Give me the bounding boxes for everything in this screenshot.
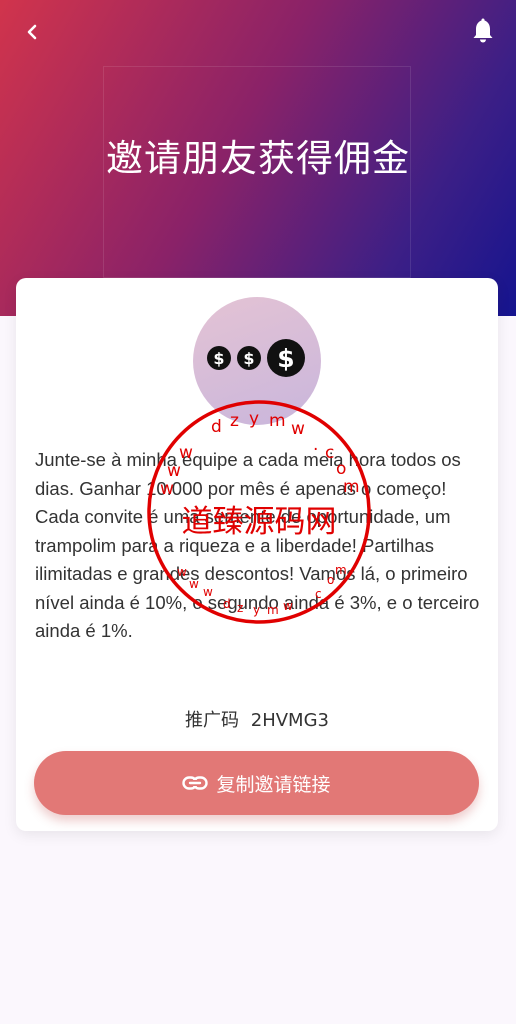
copy-invite-link-button[interactable]: 复制邀请链接 <box>34 751 479 815</box>
svg-text:$: $ <box>277 344 294 373</box>
hero-banner: 邀请朋友获得佣金 <box>0 0 516 316</box>
promo-code-row: 推广码 2HVMG3 <box>16 706 498 732</box>
notification-button[interactable] <box>466 14 500 48</box>
bell-icon <box>473 18 493 43</box>
promo-code-value: 2HVMG3 <box>250 710 329 731</box>
svg-text:$: $ <box>213 349 224 368</box>
coins-avatar: $ $ $ <box>193 297 321 425</box>
back-button[interactable] <box>16 16 48 48</box>
svg-text:$: $ <box>243 349 254 368</box>
copy-invite-link-label: 复制邀请链接 <box>216 773 331 796</box>
dollar-coins-icon: $ $ $ <box>207 339 305 377</box>
page-title: 邀请朋友获得佣金 <box>106 137 410 180</box>
link-icon <box>182 776 209 790</box>
invite-description: Junte-se à minha equipe a cada meia hora… <box>35 449 480 641</box>
invite-card: $ $ $ Junte-se à minha equipe a cada mei… <box>16 278 498 831</box>
promo-code-label: 推广码 <box>185 710 240 731</box>
chevron-left-icon <box>27 24 37 40</box>
